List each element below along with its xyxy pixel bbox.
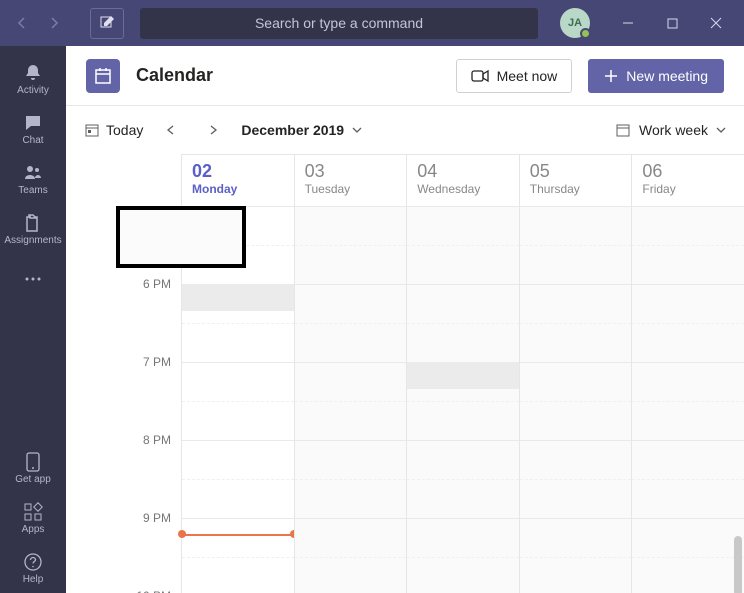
- day-column[interactable]: [294, 206, 407, 593]
- presence-available-icon: [580, 28, 591, 39]
- assignments-icon: [23, 213, 43, 233]
- rail-teams[interactable]: Teams: [0, 154, 66, 204]
- rail-more[interactable]: [0, 254, 66, 304]
- today-label: Today: [106, 122, 143, 138]
- rail-label: Help: [23, 574, 44, 585]
- rail-assignments[interactable]: Assignments: [0, 204, 66, 254]
- forward-button[interactable]: [38, 7, 70, 39]
- main-content: Calendar Meet now New meeting Today: [66, 46, 744, 593]
- time-label: 8 PM: [143, 433, 171, 447]
- time-label: 6 PM: [143, 277, 171, 291]
- chevron-down-icon: [716, 126, 726, 134]
- video-icon: [471, 69, 489, 83]
- new-meeting-button[interactable]: New meeting: [588, 59, 724, 93]
- day-name: Tuesday: [305, 182, 397, 196]
- today-icon: [84, 122, 100, 138]
- rail-label: Teams: [18, 185, 47, 196]
- rail-label: Get app: [15, 474, 51, 485]
- day-header[interactable]: 04Wednesday: [406, 155, 519, 206]
- meet-now-label: Meet now: [497, 68, 558, 84]
- calendar-subheader: Today December 2019 Work week: [66, 106, 744, 154]
- time-label: 9 PM: [143, 511, 171, 525]
- rail-apps[interactable]: Apps: [0, 493, 66, 543]
- day-column[interactable]: [519, 206, 632, 593]
- minimize-button[interactable]: [606, 8, 650, 39]
- rail-label: Chat: [22, 135, 43, 146]
- back-button[interactable]: [6, 7, 38, 39]
- time-label: 10 PM: [136, 589, 171, 593]
- phone-icon: [26, 452, 40, 472]
- day-number: 06: [642, 161, 734, 182]
- close-button[interactable]: [694, 8, 738, 39]
- day-name: Monday: [192, 182, 284, 196]
- busy-block: [407, 362, 519, 389]
- page-title: Calendar: [136, 65, 213, 86]
- bell-icon: [23, 63, 43, 83]
- meet-now-button[interactable]: Meet now: [456, 59, 573, 93]
- teams-icon: [23, 163, 43, 183]
- prev-week-button[interactable]: [157, 116, 185, 144]
- day-name: Friday: [642, 182, 734, 196]
- next-week-button[interactable]: [199, 116, 227, 144]
- view-label: Work week: [639, 122, 708, 138]
- avatar-initials: JA: [568, 17, 582, 29]
- rail-getapp[interactable]: Get app: [0, 443, 66, 493]
- chat-icon: [23, 113, 43, 133]
- day-header[interactable]: 02Monday: [181, 155, 294, 206]
- busy-block: [182, 284, 294, 311]
- scrollbar-thumb[interactable]: [734, 536, 742, 593]
- calendar-app-icon: [86, 59, 120, 93]
- new-meeting-label: New meeting: [626, 68, 708, 84]
- view-picker[interactable]: Work week: [615, 122, 726, 138]
- day-column[interactable]: [181, 206, 294, 593]
- day-number: 04: [417, 161, 509, 182]
- day-header[interactable]: 05Thursday: [519, 155, 632, 206]
- month-picker[interactable]: December 2019: [241, 122, 362, 138]
- calendar-grid[interactable]: 02Monday03Tuesday04Wednesday05Thursday06…: [66, 154, 744, 593]
- rail-label: Activity: [17, 85, 49, 96]
- plus-icon: [604, 69, 618, 83]
- rail-label: Apps: [22, 524, 45, 535]
- day-name: Wednesday: [417, 182, 509, 196]
- day-column[interactable]: [631, 206, 744, 593]
- day-number: 05: [530, 161, 622, 182]
- day-number: 02: [192, 161, 284, 182]
- help-icon: [23, 552, 43, 572]
- rail-label: Assignments: [4, 235, 61, 246]
- rail-chat[interactable]: Chat: [0, 104, 66, 154]
- search-input[interactable]: Search or type a command: [140, 8, 538, 39]
- rail-activity[interactable]: Activity: [0, 54, 66, 104]
- today-button[interactable]: Today: [84, 122, 143, 138]
- calendar-header: Calendar Meet now New meeting: [66, 46, 744, 106]
- day-number: 03: [305, 161, 397, 182]
- apps-icon: [23, 502, 43, 522]
- more-icon: [23, 276, 43, 282]
- chevron-down-icon: [352, 126, 362, 134]
- maximize-button[interactable]: [650, 8, 694, 39]
- compose-button[interactable]: [90, 8, 124, 39]
- titlebar: Search or type a command JA: [0, 0, 744, 46]
- day-column[interactable]: [406, 206, 519, 593]
- day-name: Thursday: [530, 182, 622, 196]
- day-header[interactable]: 03Tuesday: [294, 155, 407, 206]
- avatar[interactable]: JA: [560, 8, 590, 38]
- time-label: 7 PM: [143, 355, 171, 369]
- month-label-text: December 2019: [241, 122, 344, 138]
- rail-help[interactable]: Help: [0, 543, 66, 593]
- calendar-view-icon: [615, 122, 631, 138]
- app-rail: Activity Chat Teams Assignments Get app …: [0, 46, 66, 593]
- day-header[interactable]: 06Friday: [631, 155, 744, 206]
- now-indicator: [182, 534, 294, 536]
